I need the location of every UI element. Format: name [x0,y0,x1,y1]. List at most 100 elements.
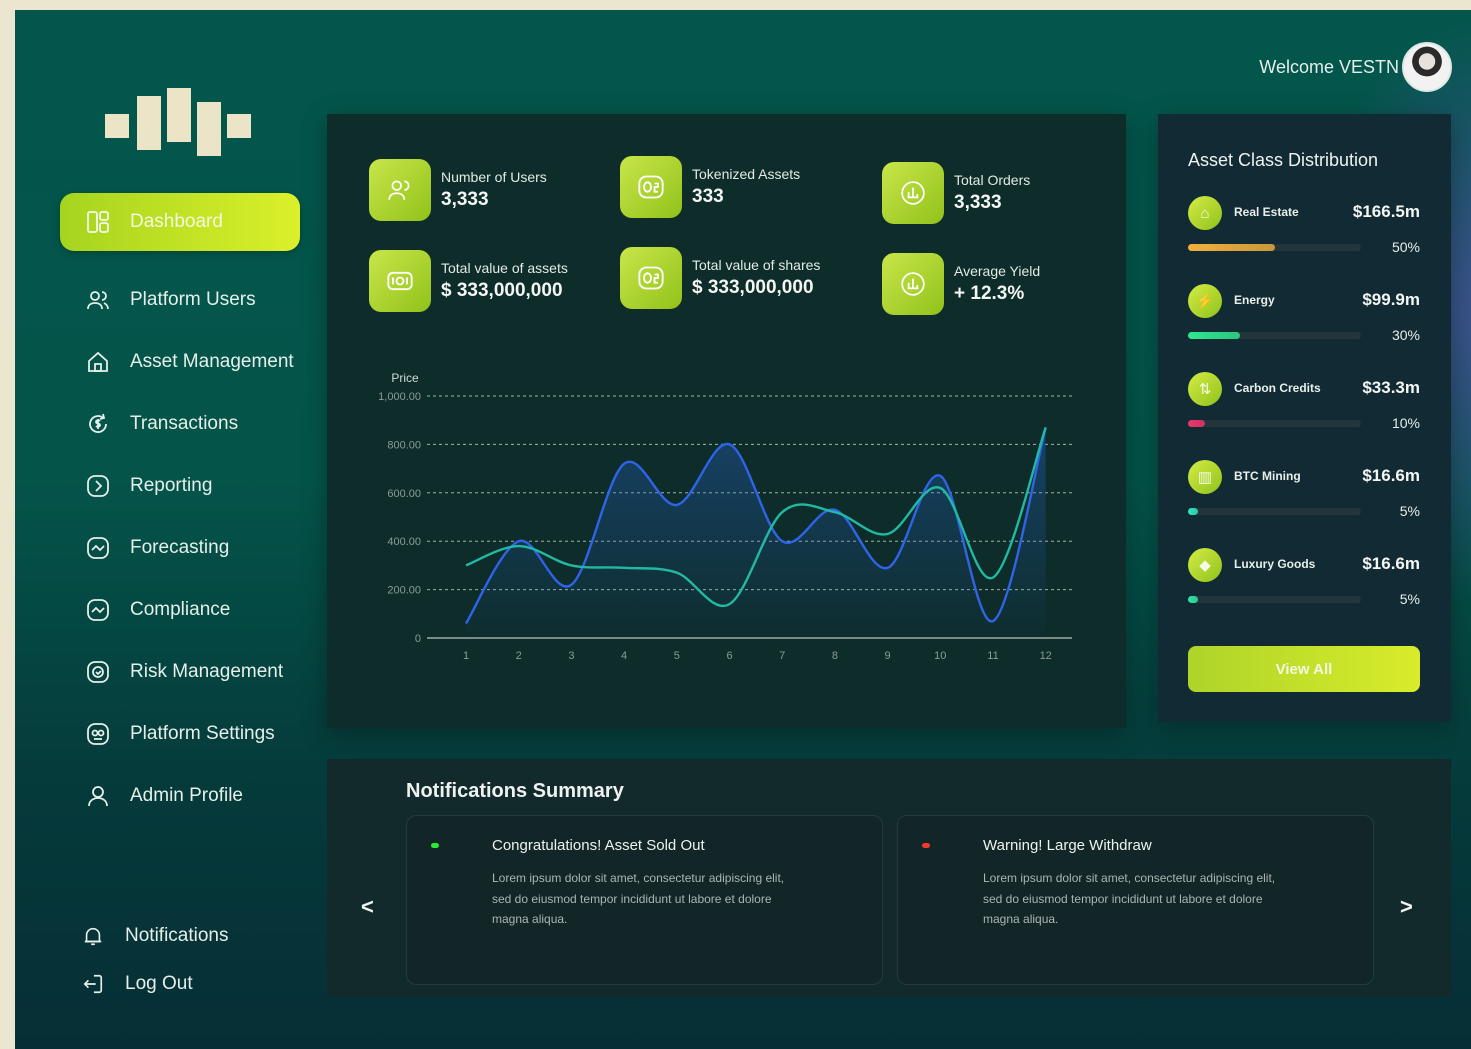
welcome-text: Welcome VESTN [1259,57,1399,77]
chart-icon: ▥ [1188,460,1222,494]
asset-progress-fill [1188,596,1198,603]
price-chart: Price 0 200.00 400.00 600.00 800.00 1,000.00 1 2… [378,371,1072,662]
stat-value: 3,333 [441,189,489,210]
asset-name: Real Estate [1234,205,1299,219]
stat-label: Total Orders [954,172,1031,188]
home-icon [85,349,111,375]
sidebar-item-label: Risk Management [130,661,284,682]
sidebar-item-label: Platform Settings [130,723,275,744]
stat-label: Average Yield [954,263,1041,279]
bell-icon [80,923,106,949]
x-tick-label: 1 [463,650,469,662]
asset-class-item[interactable]: ⇅ Carbon Credits $33.3m 10% [1188,372,1420,442]
trend-icon [85,597,111,623]
stat-average-yield: Average Yield + 12.3% [882,253,1040,315]
x-tick-label: 4 [621,650,627,662]
trend-icon [85,535,111,561]
sidebar-item-forecasting[interactable]: Forecasting [60,519,300,577]
asset-class-item[interactable]: ◆ Luxury Goods $16.6m 5% [1188,548,1420,618]
cash-icon [369,250,431,312]
sidebar-item-label: Forecasting [130,537,230,558]
notification-card[interactable]: Warning! Large Withdraw Lorem ipsum dolo… [897,815,1374,985]
dashboard-app: Dashboard Platform Users Asset Managemen… [15,10,1471,1049]
users-icon [369,159,431,221]
x-tick-label: 12 [1040,650,1052,662]
asset-percent: 5% [1399,591,1420,607]
chart-icon [882,162,944,224]
chevron-right-icon [85,473,111,499]
x-tick-label: 7 [779,650,785,662]
status-dot [922,843,930,848]
x-tick-label: 8 [832,650,838,662]
sidebar-item-platform-users[interactable]: Platform Users [60,271,300,329]
y-tick-label: 0 [415,633,421,645]
y-tick-label: 400.00 [387,536,421,548]
sidebar-item-admin-profile[interactable]: Admin Profile [60,767,300,825]
prev-arrow-button[interactable]: < [361,894,374,920]
stat-value: + 12.3% [954,283,1025,304]
coins-icon [620,247,682,309]
stat-total-orders: Total Orders 3,333 [882,162,1030,224]
y-tick-label: 600.00 [387,488,421,500]
stat-label: Total value of assets [441,260,568,276]
dashboard-icon [85,209,111,235]
view-all-button[interactable]: View All [1188,646,1420,692]
users-icon [85,287,111,313]
notifications-panel: Notifications Summary < Congratulations!… [327,759,1451,997]
asset-progress-track [1188,508,1361,515]
x-tick-label: 6 [726,650,732,662]
y-tick-label: 200.00 [387,585,421,597]
asset-progress-fill [1188,244,1275,251]
asset-class-item[interactable]: ▥ BTC Mining $16.6m 5% [1188,460,1420,530]
sidebar-item-transactions[interactable]: Transactions [60,395,300,453]
notification-body: Lorem ipsum dolor sit amet, consectetur … [983,871,1276,926]
asset-percent: 50% [1391,239,1420,255]
settings-icon [85,721,111,747]
sidebar-item-label: Log Out [125,973,193,994]
notifications-title: Notifications Summary [406,780,624,802]
series-area [466,427,1046,638]
sidebar-item-dashboard[interactable]: Dashboard [60,193,300,251]
y-tick-label: 800.00 [387,439,421,451]
stat-total-value-of-shares: Total value of shares $ 333,000,000 [620,247,820,309]
sidebar-item-compliance[interactable]: Compliance [60,581,300,639]
asset-progress-fill [1188,508,1198,515]
sidebar-item-asset-management[interactable]: Asset Management [60,333,300,391]
stat-label: Tokenized Assets [692,166,801,182]
shield-icon [85,659,111,685]
asset-value: $99.9m [1362,290,1420,309]
dollar-cycle-icon [85,411,111,437]
asset-value: $16.6m [1362,554,1420,573]
x-tick-label: 9 [885,650,891,662]
y-axis-label: Price [391,371,419,385]
sidebar-item-platform-settings[interactable]: Platform Settings [60,705,300,763]
asset-value: $166.5m [1352,202,1420,221]
home-icon: ⌂ [1188,196,1222,230]
next-arrow-button[interactable]: > [1400,894,1413,920]
sidebar-item-label: Dashboard [130,211,223,232]
sidebar-item-reporting[interactable]: Reporting [60,457,300,515]
sidebar-item-label: Asset Management [130,351,294,372]
asset-class-item[interactable]: ⚡ Energy $99.9m 30% [1188,284,1420,354]
notification-card[interactable]: Congratulations! Asset Sold Out Lorem ip… [406,815,883,985]
sidebar-item-log-out[interactable]: Log Out [80,971,193,997]
stat-label: Number of Users [441,169,547,185]
asset-progress-track [1188,420,1361,427]
sidebar-item-risk-management[interactable]: Risk Management [60,643,300,701]
stat-value: 333 [692,186,724,207]
status-dot [431,843,439,848]
asset-progress-fill [1188,420,1206,427]
chart-icon [882,253,944,315]
y-tick-label: 1,000.00 [378,391,421,403]
stat-value: $ 333,000,000 [692,277,814,298]
sidebar-item-notifications[interactable]: Notifications [80,923,229,949]
asset-class-item[interactable]: ⌂ Real Estate $166.5m 50% [1188,196,1420,266]
asset-name: Luxury Goods [1234,557,1316,571]
avatar[interactable] [1402,42,1452,92]
asset-value: $16.6m [1362,466,1420,485]
logout-icon [80,971,106,997]
notification-body: Lorem ipsum dolor sit amet, consectetur … [492,871,785,926]
sidebar-item-label: Reporting [130,475,213,496]
asset-progress-track [1188,596,1361,603]
sidebar-item-label: Transactions [130,413,239,434]
